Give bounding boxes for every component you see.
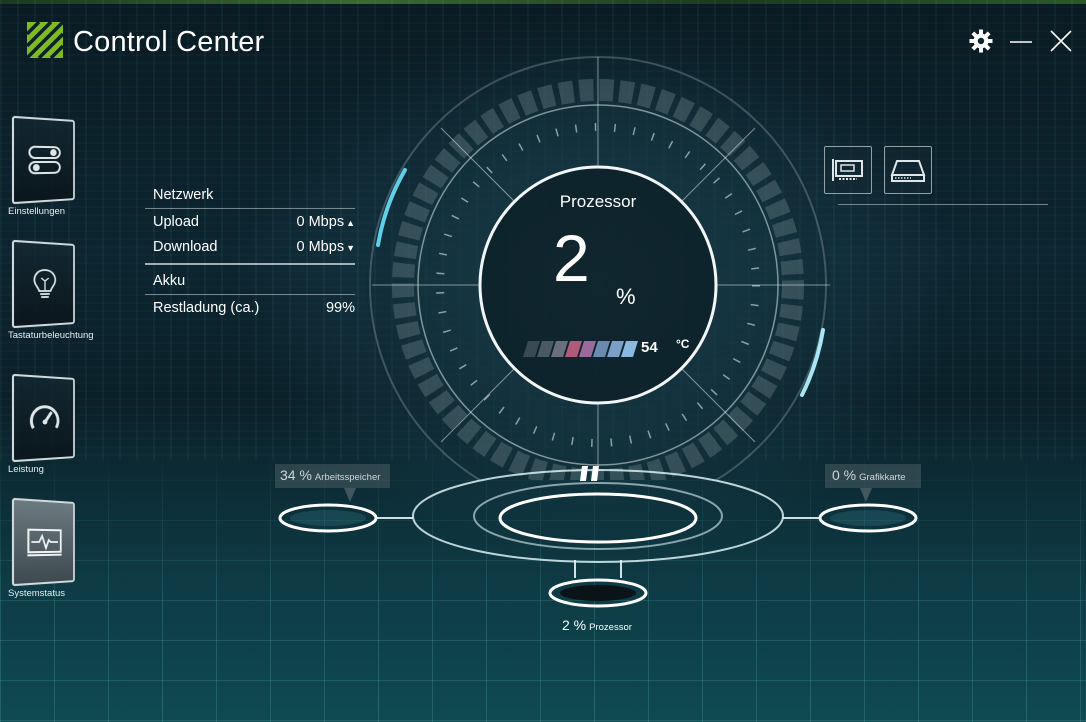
- gpu-percent: 0 %: [832, 467, 857, 483]
- gpu-label: Grafikkarte: [859, 472, 906, 483]
- divider: [145, 263, 355, 265]
- pause-icon: [580, 466, 599, 481]
- sidebar-item-label: Tastaturbeleuchtung: [8, 330, 94, 341]
- cpu-usage-unit: %: [616, 284, 636, 309]
- cpu-percent: 2 %: [562, 617, 587, 633]
- battery-remaining-label: Restladung (ca.): [153, 299, 260, 316]
- cpu-temperature-value: 54: [641, 339, 658, 356]
- gpu-node-label[interactable]: 0 % Grafikkarte: [832, 467, 906, 483]
- battery-heading: Akku: [145, 271, 355, 295]
- monitor-pulse-icon: [23, 521, 65, 562]
- right-panel-divider: [838, 204, 1048, 205]
- minimize-icon: [1010, 41, 1032, 43]
- cpu-node-label[interactable]: 2 % Prozessor: [562, 617, 632, 633]
- upload-label: Upload: [153, 213, 199, 230]
- logo-icon: [27, 22, 63, 58]
- app-title: Control Center: [73, 26, 265, 58]
- window-controls: [968, 28, 1074, 54]
- cpu-temperature-unit: °C: [676, 337, 690, 351]
- close-button[interactable]: [1048, 28, 1074, 54]
- network-battery-panel: Netzwerk Upload 0 Mbps ▲ Download 0 Mbps ▼…: [145, 185, 355, 320]
- upload-row: Upload 0 Mbps ▲: [145, 209, 355, 234]
- toggle-switch-icon: [25, 139, 63, 180]
- cpu-gauge: [366, 53, 830, 480]
- cpu-label: Prozessor: [589, 622, 632, 633]
- memory-percent: 34 %: [280, 467, 312, 483]
- settings-button[interactable]: [968, 28, 994, 54]
- download-row: Download 0 Mbps ▼: [145, 234, 355, 259]
- memory-node-label[interactable]: 34 % Arbeitsspeicher: [280, 467, 380, 483]
- top-strip: [0, 0, 1086, 4]
- sidebar-item-label: Einstellungen: [8, 206, 66, 217]
- drive-icon: [890, 160, 926, 182]
- memory-label: Arbeitsspeicher: [314, 472, 381, 483]
- sidebar-item-label: Systemstatus: [8, 588, 66, 599]
- drive-button[interactable]: [884, 146, 932, 194]
- download-label: Download: [153, 238, 218, 255]
- gear-icon: [969, 29, 993, 53]
- gauge-title: Prozessor: [559, 192, 637, 211]
- sidebar-item-einstellungen[interactable]: Einstellungen: [8, 115, 118, 217]
- sidebar-item-tastaturbeleuchtung[interactable]: Tastaturbeleuchtung: [8, 239, 118, 341]
- speedometer-icon: [25, 397, 63, 438]
- minimize-button[interactable]: [1008, 28, 1034, 54]
- sidebar-item-systemstatus[interactable]: Systemstatus: [8, 497, 118, 599]
- cpu-usage-value: 2: [553, 221, 590, 295]
- battery-row: Restladung (ca.) 99%: [145, 295, 355, 320]
- upload-value: 0 Mbps: [296, 213, 345, 230]
- download-value: 0 Mbps: [296, 238, 345, 255]
- close-icon: [1050, 30, 1072, 52]
- network-heading: Netzwerk: [145, 185, 355, 209]
- sidebar-item-leistung[interactable]: Leistung: [8, 373, 118, 475]
- lightbulb-icon: [25, 263, 63, 304]
- sidebar-item-label: Leistung: [8, 464, 44, 475]
